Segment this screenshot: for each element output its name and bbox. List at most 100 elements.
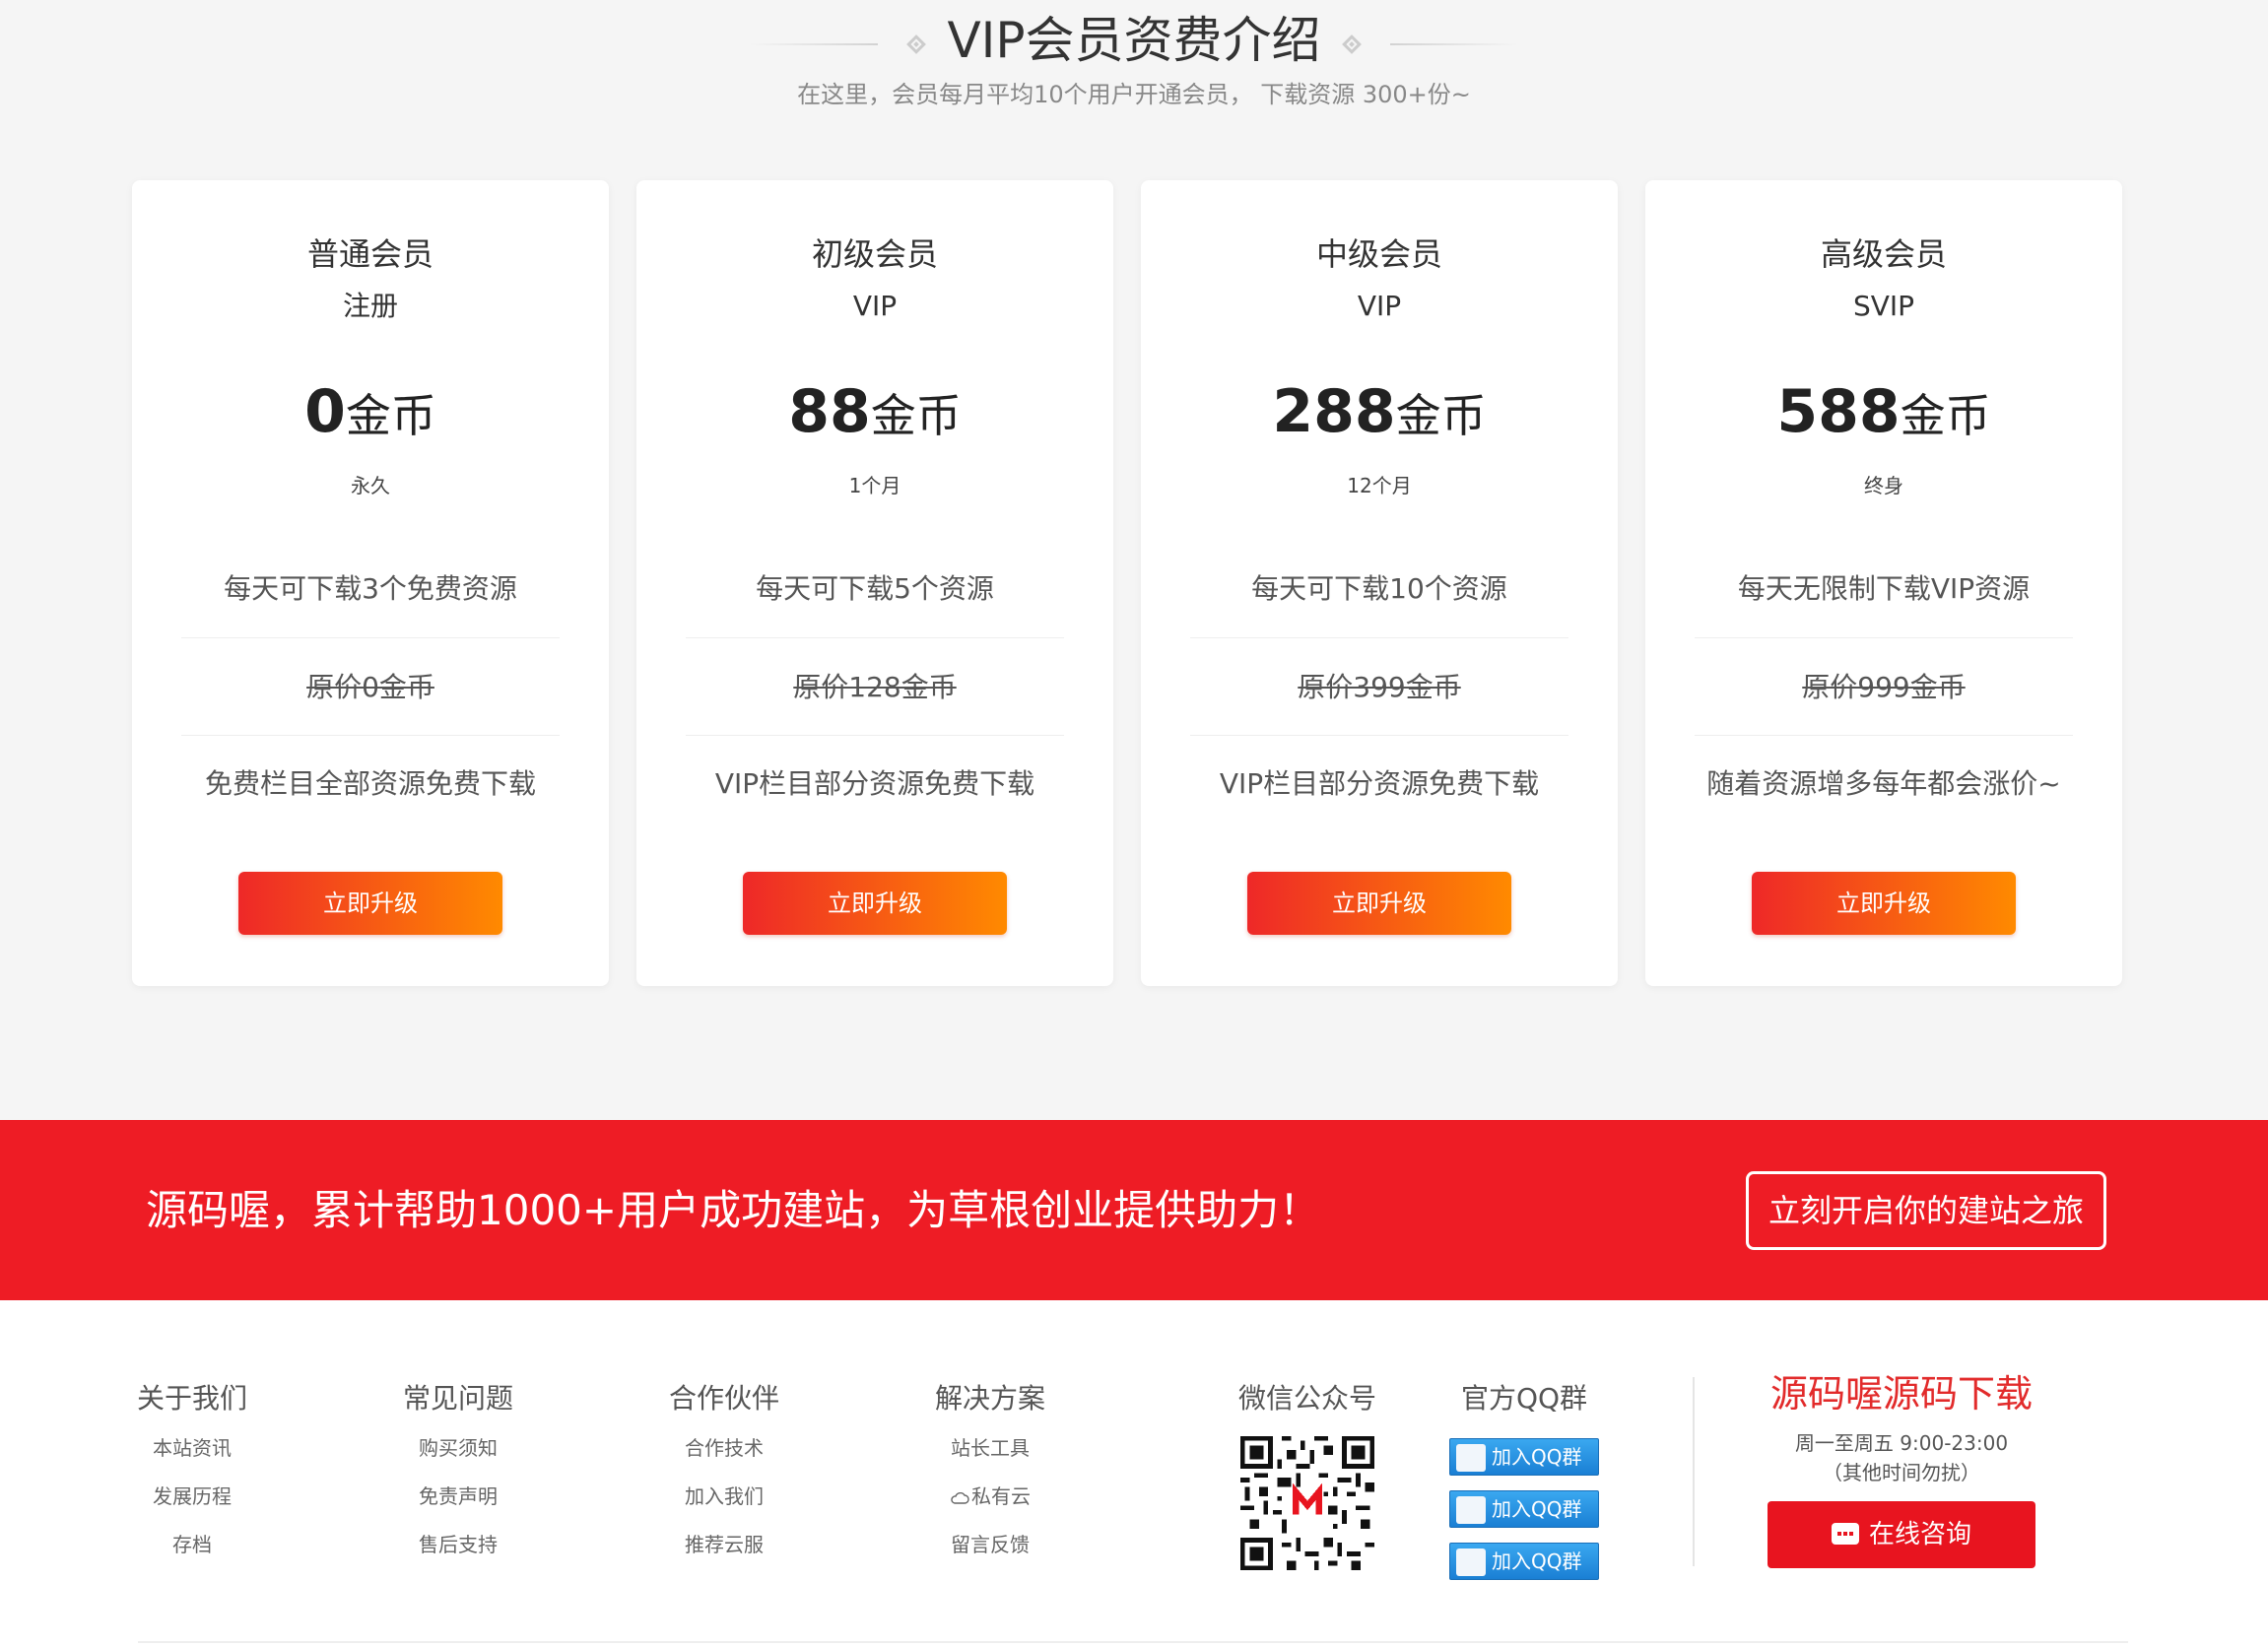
divider	[686, 637, 1064, 638]
price-unit: 金币	[345, 389, 436, 442]
brand-contact: 源码喔源码下载 周一至周五 9:00-23:00 （其他时间勿扰） 在线咨询	[1734, 1369, 2069, 1568]
qq-title: 官方QQ群	[1460, 1382, 1588, 1415]
divider	[181, 735, 560, 736]
price-unit: 金币	[870, 389, 962, 442]
plan-original-price: 原价999金币	[1802, 671, 1966, 703]
price-unit: 金币	[1900, 389, 1991, 442]
cloud-icon	[951, 1491, 969, 1504]
footer-col-partners: 合作伙伴 合作技术 加入我们 推荐云服	[626, 1379, 823, 1558]
plan-duration: 12个月	[1347, 474, 1412, 497]
divider	[686, 735, 1064, 736]
start-building-button[interactable]: 立刻开启你的建站之旅	[1746, 1171, 2106, 1250]
section-title-row: VIP会员资费介绍	[0, 10, 2268, 71]
footer-col-title: 解决方案	[934, 1382, 1045, 1415]
upgrade-button-middle[interactable]: 立即升级	[1247, 872, 1511, 935]
plan-grade: VIP	[852, 290, 898, 322]
plan-level: 高级会员	[1820, 235, 1947, 273]
plan-original-price: 原价128金币	[793, 671, 957, 703]
plan-level: 初级会员	[811, 235, 938, 273]
diamond-icon	[1341, 33, 1362, 54]
footer-link[interactable]: 发展历程	[94, 1482, 291, 1510]
qq-avatar-icon	[1456, 1548, 1486, 1576]
plan-note: 免费栏目全部资源免费下载	[204, 767, 536, 800]
upgrade-button-basic[interactable]: 立即升级	[238, 872, 502, 935]
join-qq-group-button-2[interactable]: 加入QQ群	[1449, 1490, 1599, 1528]
section-subtitle: 在这里，会员每月平均10个用户开通会员， 下载资源 300+份~	[797, 81, 1471, 108]
upgrade-button-senior[interactable]: 立即升级	[1752, 872, 2016, 935]
footer-col-title: 合作伙伴	[668, 1382, 779, 1415]
diamond-icon	[906, 33, 927, 54]
plan-grade: VIP	[1357, 290, 1402, 322]
price-number: 288	[1272, 377, 1396, 446]
plan-level: 普通会员	[306, 235, 434, 273]
plan-level: 中级会员	[1315, 235, 1442, 273]
plan-card-middle: 中级会员 VIP 288金币 12个月 每天可下载10个资源 原价399金币 V…	[1141, 180, 1618, 986]
title-line-right	[1389, 42, 1518, 45]
wechat-title: 微信公众号	[1237, 1382, 1376, 1415]
plan-card-basic: 普通会员 注册 0金币 永久 每天可下载3个免费资源 原价0金币 免费栏目全部资…	[132, 180, 609, 986]
footer-link[interactable]: 购买须知	[360, 1434, 557, 1462]
footer-divider	[1693, 1377, 1695, 1566]
plan-price: 88金币	[636, 377, 1113, 461]
footer-link[interactable]: 留言反馈	[892, 1531, 1089, 1558]
plan-card-junior: 初级会员 VIP 88金币 1个月 每天可下载5个资源 原价128金币 VIP栏…	[636, 180, 1113, 986]
qq-avatar-icon	[1456, 1443, 1486, 1472]
online-consult-button[interactable]: 在线咨询	[1768, 1501, 2035, 1568]
plan-note: VIP栏目部分资源免费下载	[1219, 767, 1540, 800]
plan-price: 0金币	[132, 377, 609, 461]
plan-feature: 每天可下载10个资源	[1251, 572, 1507, 605]
qq-button-label: 加入QQ群	[1492, 1497, 1582, 1521]
plan-original-price: 原价0金币	[306, 671, 434, 703]
plan-note: 随着资源增多每年都会涨价~	[1706, 767, 2061, 800]
qq-avatar-icon	[1456, 1495, 1486, 1524]
wechat-block: 微信公众号	[1229, 1379, 1386, 1570]
plan-duration: 永久	[351, 474, 390, 497]
footer-link[interactable]: 合作技术	[626, 1434, 823, 1462]
footer-col-title: 关于我们	[136, 1382, 247, 1415]
title-line-left	[750, 42, 879, 45]
divider	[1190, 637, 1568, 638]
footer-link[interactable]: 站长工具	[892, 1434, 1089, 1462]
qq-button-label: 加入QQ群	[1492, 1445, 1582, 1469]
plan-card-senior: 高级会员 SVIP 588金币 终身 每天无限制下载VIP资源 原价999金币 …	[1645, 180, 2122, 986]
membership-header: VIP会员资费介绍 在这里，会员每月平均10个用户开通会员， 下载资源 300+…	[0, 0, 2268, 128]
section-title: VIP会员资费介绍	[947, 12, 1321, 69]
divider	[1695, 637, 2073, 638]
plan-feature: 每天可下载3个免费资源	[224, 572, 517, 605]
brand-title: 源码喔源码下载	[1769, 1372, 2033, 1416]
divider	[1190, 735, 1568, 736]
footer-link-private-cloud[interactable]: 私有云	[892, 1482, 1089, 1510]
plan-duration: 终身	[1864, 474, 1903, 497]
divider	[1695, 735, 2073, 736]
footer-link[interactable]: 加入我们	[626, 1482, 823, 1510]
footer-link[interactable]: 存档	[94, 1531, 291, 1558]
price-number: 588	[1776, 377, 1901, 446]
plan-feature: 每天可下载5个资源	[756, 572, 994, 605]
plan-note: VIP栏目部分资源免费下载	[714, 767, 1035, 800]
plan-original-price: 原价399金币	[1298, 671, 1461, 703]
plan-grade: SVIP	[1852, 290, 1915, 322]
divider	[181, 637, 560, 638]
footer-col-about: 关于我们 本站资讯 发展历程 存档	[94, 1379, 291, 1558]
site-footer: 关于我们 本站资讯 发展历程 存档 常见问题 购买须知 免责声明 售后支持 合作…	[0, 1300, 2268, 1647]
banner-slogan: 源码喔，累计帮助1000+用户成功建站，为草根创业提供助力！	[146, 1186, 1321, 1234]
footer-link[interactable]: 本站资讯	[94, 1434, 291, 1462]
pricing-cards: 普通会员 注册 0金币 永久 每天可下载3个免费资源 原价0金币 免费栏目全部资…	[132, 180, 2122, 986]
footer-col-faq: 常见问题 购买须知 免责声明 售后支持	[360, 1379, 557, 1558]
upgrade-button-junior[interactable]: 立即升级	[743, 872, 1007, 935]
plan-price: 588金币	[1645, 377, 2122, 461]
footer-col-solutions: 解决方案 站长工具 私有云 留言反馈	[892, 1379, 1089, 1558]
footer-link-label: 私有云	[971, 1484, 1031, 1508]
plan-duration: 1个月	[848, 474, 901, 497]
footer-link[interactable]: 售后支持	[360, 1531, 557, 1558]
plan-price: 288金币	[1141, 377, 1618, 461]
footer-link[interactable]: 免责声明	[360, 1482, 557, 1510]
footer-bottom-line	[138, 1641, 2128, 1643]
join-qq-group-button-1[interactable]: 加入QQ群	[1449, 1438, 1599, 1476]
join-qq-group-button-3[interactable]: 加入QQ群	[1449, 1543, 1599, 1580]
qq-button-label: 加入QQ群	[1492, 1549, 1582, 1573]
service-hours: 周一至周五 9:00-23:00	[1794, 1431, 2009, 1455]
chat-icon	[1831, 1522, 1859, 1545]
footer-col-title: 常见问题	[402, 1382, 513, 1415]
footer-link[interactable]: 推荐云服	[626, 1531, 823, 1558]
